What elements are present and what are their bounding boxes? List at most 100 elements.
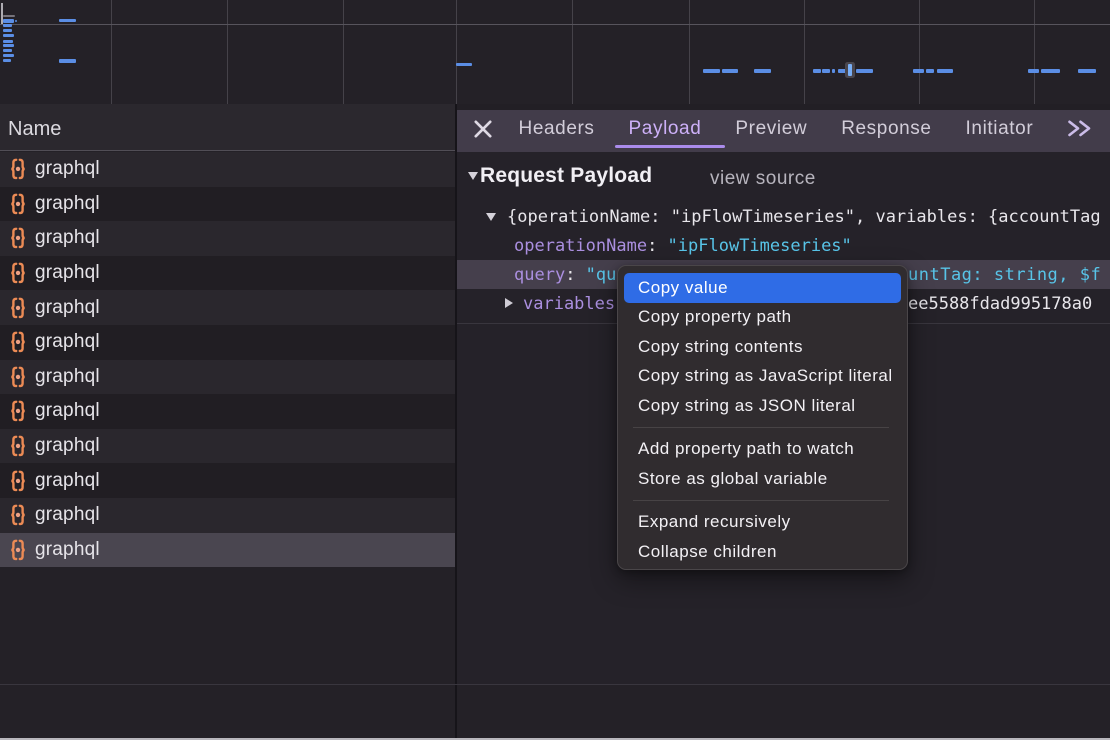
overview-request-bar bbox=[913, 69, 924, 73]
json-braces-icon bbox=[9, 330, 27, 354]
tabs: Headers Payload Preview Response Initiator bbox=[502, 110, 1051, 152]
menu-item-store-as-global-variable[interactable]: Store as global variable bbox=[624, 464, 901, 494]
overview-gridline bbox=[804, 0, 805, 104]
request-row-graphql[interactable]: graphql bbox=[0, 152, 455, 187]
overview-request-bar bbox=[703, 69, 721, 73]
request-row-graphql[interactable]: graphql bbox=[0, 256, 455, 291]
overview-gridline bbox=[689, 0, 690, 104]
request-row-graphql[interactable]: graphql bbox=[0, 360, 455, 395]
overview-request-bar bbox=[3, 40, 13, 43]
overview-gridline-horizontal bbox=[0, 24, 1110, 25]
request-row-graphql[interactable]: graphql bbox=[0, 221, 455, 256]
query-value-after-menu: untTag: string, $f bbox=[908, 265, 1101, 285]
json-braces-icon bbox=[9, 296, 27, 320]
overview-request-bar bbox=[59, 19, 75, 23]
overview-gridline bbox=[456, 0, 457, 104]
menu-item-copy-value[interactable]: Copy value bbox=[624, 273, 901, 303]
network-overview-timeline[interactable] bbox=[0, 0, 1110, 104]
name-column-label: Name bbox=[8, 118, 61, 141]
requests-list: graphqlgraphqlgraphqlgraphqlgraphqlgraph… bbox=[0, 152, 455, 567]
menu-item-add-property-path-to-watch[interactable]: Add property path to watch bbox=[624, 435, 901, 465]
request-name-label: graphql bbox=[35, 539, 100, 561]
tab-preview[interactable]: Preview bbox=[718, 110, 824, 152]
context-menu: Copy valueCopy property pathCopy string … bbox=[617, 265, 908, 570]
menu-item-copy-string-as-json-literal[interactable]: Copy string as JSON literal bbox=[624, 391, 901, 421]
tab-response[interactable]: Response bbox=[824, 110, 948, 152]
selected-tab-underline bbox=[615, 145, 726, 148]
overview-gridline bbox=[227, 0, 228, 104]
json-braces-icon bbox=[9, 261, 27, 285]
request-name-label: graphql bbox=[35, 227, 100, 249]
json-braces-icon bbox=[9, 365, 27, 389]
tab-payload[interactable]: Payload bbox=[612, 110, 719, 152]
request-row-graphql[interactable]: graphql bbox=[0, 429, 455, 464]
overview-request-bar bbox=[822, 69, 830, 72]
overview-request-bar bbox=[926, 69, 934, 72]
request-name-label: graphql bbox=[35, 158, 100, 180]
request-row-graphql[interactable]: graphql bbox=[0, 394, 455, 429]
request-row-graphql[interactable]: graphql bbox=[0, 290, 455, 325]
overview-request-bar bbox=[3, 49, 12, 52]
tab-initiator[interactable]: Initiator bbox=[949, 110, 1051, 152]
overview-request-bar bbox=[59, 59, 75, 63]
menu-item-expand-recursively[interactable]: Expand recursively bbox=[624, 508, 901, 538]
request-row-graphql[interactable]: graphql bbox=[0, 498, 455, 533]
overview-request-bar bbox=[3, 29, 13, 32]
json-braces-icon bbox=[9, 469, 27, 493]
tab-label: Payload bbox=[629, 118, 702, 140]
overview-gridline bbox=[343, 0, 344, 104]
payload-section-title: Request Payload bbox=[480, 164, 652, 188]
json-braces-icon bbox=[9, 434, 27, 458]
tab-label: Initiator bbox=[966, 118, 1034, 140]
request-row-graphql[interactable]: graphql bbox=[0, 325, 455, 360]
overview-request-bar bbox=[3, 24, 12, 27]
payload-row-operationName[interactable]: operationName: "ipFlowTimeseries" bbox=[457, 231, 1110, 260]
overview-request-bar bbox=[456, 63, 472, 67]
menu-item-copy-property-path[interactable]: Copy property path bbox=[624, 303, 901, 333]
request-row-graphql[interactable]: graphql bbox=[0, 463, 455, 498]
overview-request-bar bbox=[754, 69, 771, 73]
menu-separator bbox=[633, 427, 889, 428]
details-tab-bar: Headers Payload Preview Response Initiator bbox=[457, 110, 1110, 152]
menu-item-copy-string-contents[interactable]: Copy string contents bbox=[624, 332, 901, 362]
name-column-header[interactable]: Name bbox=[0, 104, 455, 151]
overview-gridline bbox=[572, 0, 573, 104]
request-name-label: graphql bbox=[35, 435, 100, 457]
json-braces-icon bbox=[9, 503, 27, 527]
payload-root-preview: {operationName: "ipFlowTimeseries", vari… bbox=[507, 207, 1101, 227]
overview-selected-marker-bar bbox=[848, 64, 852, 76]
request-name-label: graphql bbox=[35, 193, 100, 215]
chevron-double-right-icon[interactable] bbox=[1066, 119, 1094, 138]
payload-root-row[interactable]: {operationName: "ipFlowTimeseries", vari… bbox=[457, 202, 1110, 231]
menu-separator bbox=[633, 500, 889, 501]
overview-request-bar bbox=[3, 59, 12, 62]
request-row-graphql[interactable]: graphql bbox=[0, 533, 455, 568]
payload-section-header[interactable]: Request Payload bbox=[468, 160, 652, 192]
overview-request-bar bbox=[937, 69, 953, 73]
request-name-label: graphql bbox=[35, 331, 100, 353]
close-icon[interactable] bbox=[474, 120, 492, 138]
request-name-label: graphql bbox=[35, 400, 100, 422]
overview-request-bar bbox=[3, 44, 14, 47]
tab-headers[interactable]: Headers bbox=[502, 110, 612, 152]
overview-request-bar bbox=[3, 54, 14, 57]
overview-request-bar bbox=[3, 34, 14, 37]
requests-list-panel: Name graphqlgraphqlgraphqlgraphqlgraphql… bbox=[0, 104, 455, 684]
tab-label: Response bbox=[841, 118, 931, 140]
json-braces-icon bbox=[9, 538, 27, 562]
expand-triangle-icon[interactable] bbox=[486, 213, 496, 221]
menu-item-collapse-children[interactable]: Collapse children bbox=[624, 537, 901, 567]
overview-request-bar bbox=[1078, 69, 1097, 73]
overview-gridline bbox=[111, 0, 112, 104]
json-braces-icon bbox=[9, 157, 27, 181]
request-name-label: graphql bbox=[35, 262, 100, 284]
view-source-link[interactable]: view source bbox=[710, 163, 816, 195]
expand-triangle-icon[interactable] bbox=[505, 298, 513, 308]
overview-gridline bbox=[1034, 0, 1035, 104]
menu-item-copy-string-as-javascript-literal[interactable]: Copy string as JavaScript literal bbox=[624, 362, 901, 392]
request-row-graphql[interactable]: graphql bbox=[0, 187, 455, 222]
json-braces-icon bbox=[9, 192, 27, 216]
devtools-network-panel: { "overview": { "v_gridlines_x": [111, 2… bbox=[0, 0, 1110, 740]
request-name-label: graphql bbox=[35, 366, 100, 388]
request-name-label: graphql bbox=[35, 297, 100, 319]
